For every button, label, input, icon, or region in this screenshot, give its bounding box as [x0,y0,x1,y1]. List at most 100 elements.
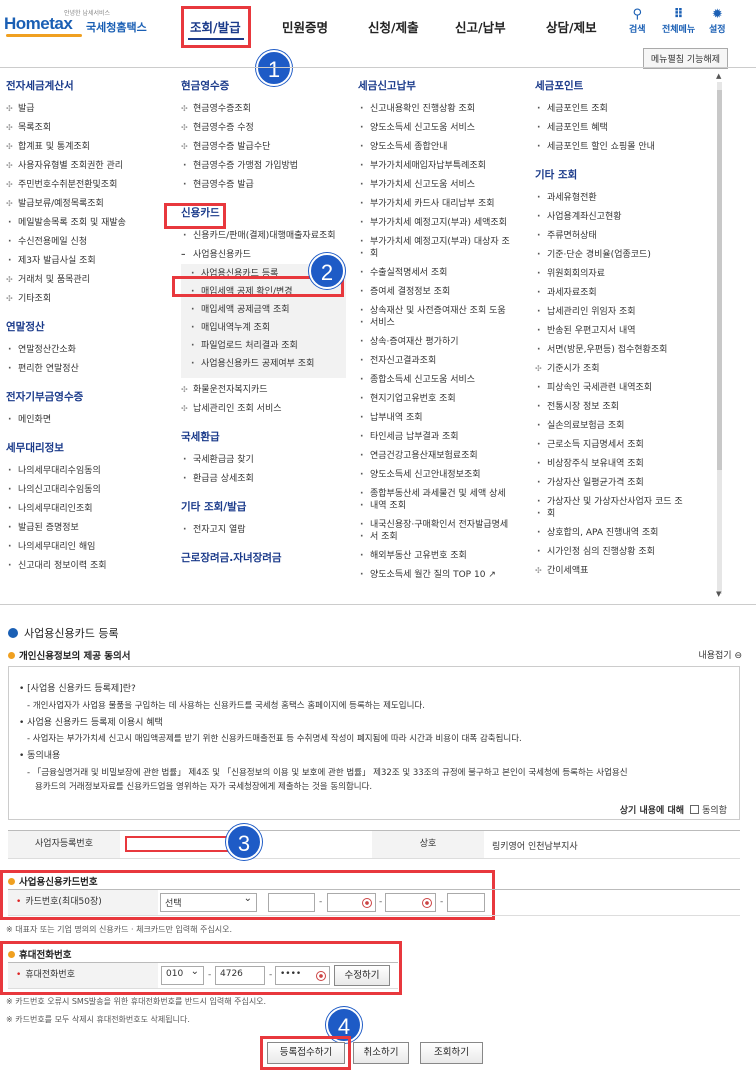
menu-item[interactable]: 환급금 상세조회 [181,473,346,485]
section-title[interactable]: 국세환급 [181,429,346,444]
menu-item[interactable]: 상속·증여재산 평가하기 [358,336,528,348]
menu-item[interactable]: 가상자산 및 가상자산사업자 코드 조 [535,496,710,508]
menu-item[interactable]: 전자고지 열람 [181,524,346,536]
section-title[interactable]: 전자세금계산서 [6,78,171,93]
menu-item[interactable]: 부가가치세 카드사 대리납부 조회 [358,198,528,210]
menu-item[interactable]: 현금영수증 발급수단 [181,141,346,153]
menu-item[interactable]: 신고내용확인 진행상황 조회 [358,103,528,115]
menu-item[interactable]: 목록조회 [6,122,171,134]
menu-item[interactable]: 종합소득세 신고도움 서비스 [358,374,528,386]
menu-item[interactable]: 간이세액표 [535,565,710,577]
menu-item[interactable]: 신용카드/판매(결제)대행매출자료조회 [181,230,346,242]
cancel-button[interactable]: 취소하기 [353,1042,409,1064]
menu-item[interactable]: 납부내역 조회 [358,412,528,424]
menu-item[interactable]: 사업용계좌신고현황 [535,211,710,223]
menu-item[interactable]: 상호합의, APA 진행내역 조회 [535,527,710,539]
menu-item[interactable]: 납세관리인 위임자 조회 [535,306,710,318]
menu-item[interactable]: 부가가치세 예정고지(부과) 세액조회 [358,217,528,229]
section-title[interactable]: 세무대리정보 [6,440,171,455]
menu-item[interactable]: 과세자료조회 [535,287,710,299]
menu-item[interactable]: 시가인정 심의 진행상황 조회 [535,546,710,558]
menu-item[interactable]: 거래처 및 품목관리 [6,274,171,286]
section-title[interactable]: 세금신고납부 [358,78,528,93]
menu-item[interactable]: 반송된 우편고지서 내역 [535,325,710,337]
menu-item[interactable]: 납세관리인 조회 서비스 [181,403,346,415]
menu-item[interactable]: 사용자유형별 조회권한 관리 [6,160,171,172]
menu-item[interactable]: 세금포인트 혜택 [535,122,710,134]
menu-item[interactable]: 상속재산 및 사전증여재산 조회 도움 [358,305,528,317]
nav-certificates[interactable]: 민원증명 [282,17,328,36]
phone-last-input[interactable]: •••• [275,966,330,985]
eye-icon[interactable] [316,971,326,981]
menu-item[interactable]: 메일발송목록 조회 및 재발송 [6,217,171,229]
menu-item[interactable]: 현금영수증 가맹점 가입방법 [181,160,346,172]
menu-item[interactable]: 현금영수증 발급 [181,179,346,191]
menu-item[interactable]: 나의세무대리인 해임 [6,541,171,553]
phone-prefix-select[interactable]: 010 [161,966,204,985]
menu-item[interactable]: 부가가치세 예정고지(부과) 대상자 조 [358,236,528,248]
menu-item[interactable]: 매입세액 공제금액 조회 [189,304,346,316]
menu-item[interactable]: 기준시가 조회 [535,363,710,375]
section-title[interactable]: 기타 조회/발급 [181,499,346,514]
section-title[interactable]: 세금포인트 [535,78,710,93]
full-menu-button[interactable]: ⠿ 전체메뉴 [662,8,695,36]
menu-item[interactable]: 나의세무대리수임동의 [6,465,171,477]
card-company-select[interactable]: 선택 [160,893,257,912]
nav-consult-report[interactable]: 상담/제보 [546,17,597,36]
card-number-part-1[interactable] [268,893,315,912]
menu-item[interactable]: 전통시장 정보 조회 [535,401,710,413]
search-button-bottom[interactable]: 조회하기 [420,1042,483,1064]
scroll-up-icon[interactable]: ▲ [716,72,721,80]
menu-item[interactable]: 양도소득세 신고도움 서비스 [358,122,528,134]
menu-item[interactable]: 연말정산간소화 [6,344,171,356]
menu-item[interactable]: 전자신고결과조회 [358,355,528,367]
menu-item[interactable]: 편리한 연말정산 [6,363,171,375]
menu-item[interactable]: 파일업로드 처리결과 조회 [189,340,346,352]
menu-item[interactable]: 국세환급금 찾기 [181,454,346,466]
menu-item[interactable]: 발급된 증명정보 [6,522,171,534]
menu-item[interactable]: 화물운전자복지카드 [181,384,346,396]
nav-apply-submit[interactable]: 신청/제출 [368,17,419,36]
menu-item[interactable]: 사업용신용카드 공제여부 조회 [189,358,346,370]
menu-item[interactable]: 신고대리 정보이력 조회 [6,560,171,572]
menu-item[interactable]: 실손의료보험금 조회 [535,420,710,432]
menu-item[interactable]: 양도소득세 신고안내정보조회 [358,469,528,481]
menu-item[interactable]: 비상장주식 보유내역 조회 [535,458,710,470]
phone-middle-input[interactable]: 4726 [215,966,265,985]
menu-item[interactable]: 내국신용장·구매확인서 전자발급명세 [358,519,528,531]
menu-item[interactable]: 합계표 및 통계조회 [6,141,171,153]
menu-item[interactable]: 해외부동산 고유번호 조회 [358,550,528,562]
eye-icon[interactable] [422,898,432,908]
menu-item[interactable]: 피상속인 국세관련 내역조회 [535,382,710,394]
nav-report-pay[interactable]: 신고/납부 [455,17,506,36]
menu-item[interactable]: 양도소득세 종합안내 [358,141,528,153]
section-title[interactable]: 기타 조회 [535,167,710,182]
menu-item[interactable]: 타인세금 납부결과 조회 [358,431,528,443]
menu-item[interactable]: 주민번호수취분전환및조회 [6,179,171,191]
menu-item[interactable]: 발급보류/예정목록조회 [6,198,171,210]
menu-item[interactable]: 부가가치세매입자납부특례조회 [358,160,528,172]
menu-item[interactable]: 종합부동산세 과세물건 및 세액 상세 [358,488,528,500]
section-title[interactable]: 전자기부금영수증 [6,389,171,404]
menu-item[interactable]: 근로소득 지급명세서 조회 [535,439,710,451]
menu-item[interactable]: 메인화면 [6,414,171,426]
menu-item[interactable]: 수출실적명세서 조회 [358,267,528,279]
card-number-part-2[interactable] [327,893,376,912]
menu-item[interactable]: 현금영수증조회 [181,103,346,115]
menu-item[interactable]: 기타조회 [6,293,171,305]
menu-item[interactable]: 매입내역누계 조회 [189,322,346,334]
menu-item[interactable]: 기준·단순 경비율(업종코드) [535,249,710,261]
menu-item[interactable]: 양도소득세 월간 질의 TOP 10 ↗ [358,569,528,581]
section-title[interactable]: 근로장려금.자녀장려금 [181,550,346,565]
search-button[interactable]: ⚲ 검색 [629,8,646,36]
menu-item[interactable]: 과세유형전환 [535,192,710,204]
menu-item[interactable]: 세금포인트 할인 쇼핑몰 안내 [535,141,710,153]
menu-item[interactable]: 연금건강고용산재보험료조회 [358,450,528,462]
menu-item[interactable]: 수신전용메일 신청 [6,236,171,248]
settings-button[interactable]: ✹ 설정 [709,8,726,36]
menu-item[interactable]: 세금포인트 조회 [535,103,710,115]
menu-scrollbar-thumb[interactable] [717,90,722,470]
hometax-logo[interactable]: 안녕한 납세서비스 Hometax 국세청홈택스 [4,8,152,38]
menu-item[interactable]: 현지기업고유번호 조회 [358,393,528,405]
menu-item[interactable]: 증여세 결정정보 조회 [358,286,528,298]
